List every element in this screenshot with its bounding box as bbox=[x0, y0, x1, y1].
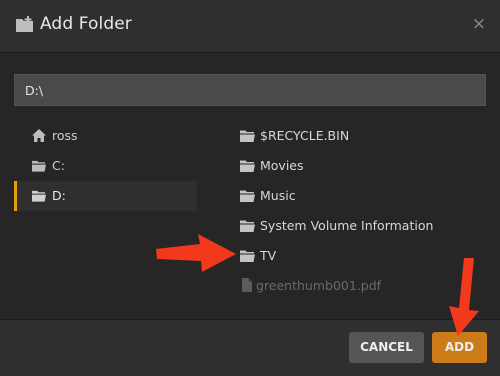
folder-item-label: System Volume Information bbox=[260, 218, 434, 233]
close-icon[interactable]: × bbox=[471, 16, 487, 33]
folder-item-label: Movies bbox=[260, 158, 304, 173]
folder-item-label: $RECYCLE.BIN bbox=[260, 128, 350, 143]
file-icon bbox=[242, 278, 252, 292]
home-icon bbox=[32, 129, 46, 142]
folder-item-label: TV bbox=[260, 248, 277, 263]
folder-icon bbox=[240, 160, 255, 172]
dialog-titlebar: Add Folder × bbox=[0, 0, 500, 53]
drive-item-c[interactable]: C: bbox=[14, 151, 197, 181]
path-input[interactable] bbox=[14, 74, 486, 106]
folder-icon bbox=[240, 220, 255, 232]
drive-list: ross C: D: bbox=[14, 121, 197, 211]
drive-item-label: D: bbox=[52, 188, 66, 203]
dialog-title: Add Folder bbox=[40, 14, 132, 34]
folder-icon bbox=[32, 160, 46, 172]
file-item-greenthumb001-pdf: greenthumb001.pdf bbox=[238, 271, 488, 301]
file-item-label: greenthumb001.pdf bbox=[256, 278, 382, 293]
folder-item-system-volume-information[interactable]: System Volume Information bbox=[238, 211, 488, 241]
drive-item-d[interactable]: D: bbox=[14, 181, 197, 211]
drive-item-label: ross bbox=[52, 128, 78, 143]
add-button[interactable]: ADD bbox=[432, 332, 487, 363]
folder-icon bbox=[240, 250, 255, 262]
folder-icon bbox=[240, 190, 255, 202]
drive-item-label: C: bbox=[52, 158, 65, 173]
folder-icon bbox=[240, 130, 255, 142]
dialog-footer: CANCEL ADD bbox=[0, 319, 500, 376]
drive-item-ross[interactable]: ross bbox=[14, 121, 197, 151]
folder-item-label: Music bbox=[260, 188, 296, 203]
folder-list: $RECYCLE.BIN Movies Music System Volume … bbox=[238, 121, 488, 301]
folder-add-icon bbox=[16, 16, 33, 32]
folder-item-music[interactable]: Music bbox=[238, 181, 488, 211]
folder-item-recycle-bin[interactable]: $RECYCLE.BIN bbox=[238, 121, 488, 151]
dialog-body: ross C: D: $RECYCLE.BIN bbox=[0, 53, 500, 319]
folder-item-movies[interactable]: Movies bbox=[238, 151, 488, 181]
cancel-button[interactable]: CANCEL bbox=[349, 332, 424, 363]
folder-item-tv[interactable]: TV bbox=[238, 241, 488, 271]
folder-icon bbox=[32, 190, 46, 202]
